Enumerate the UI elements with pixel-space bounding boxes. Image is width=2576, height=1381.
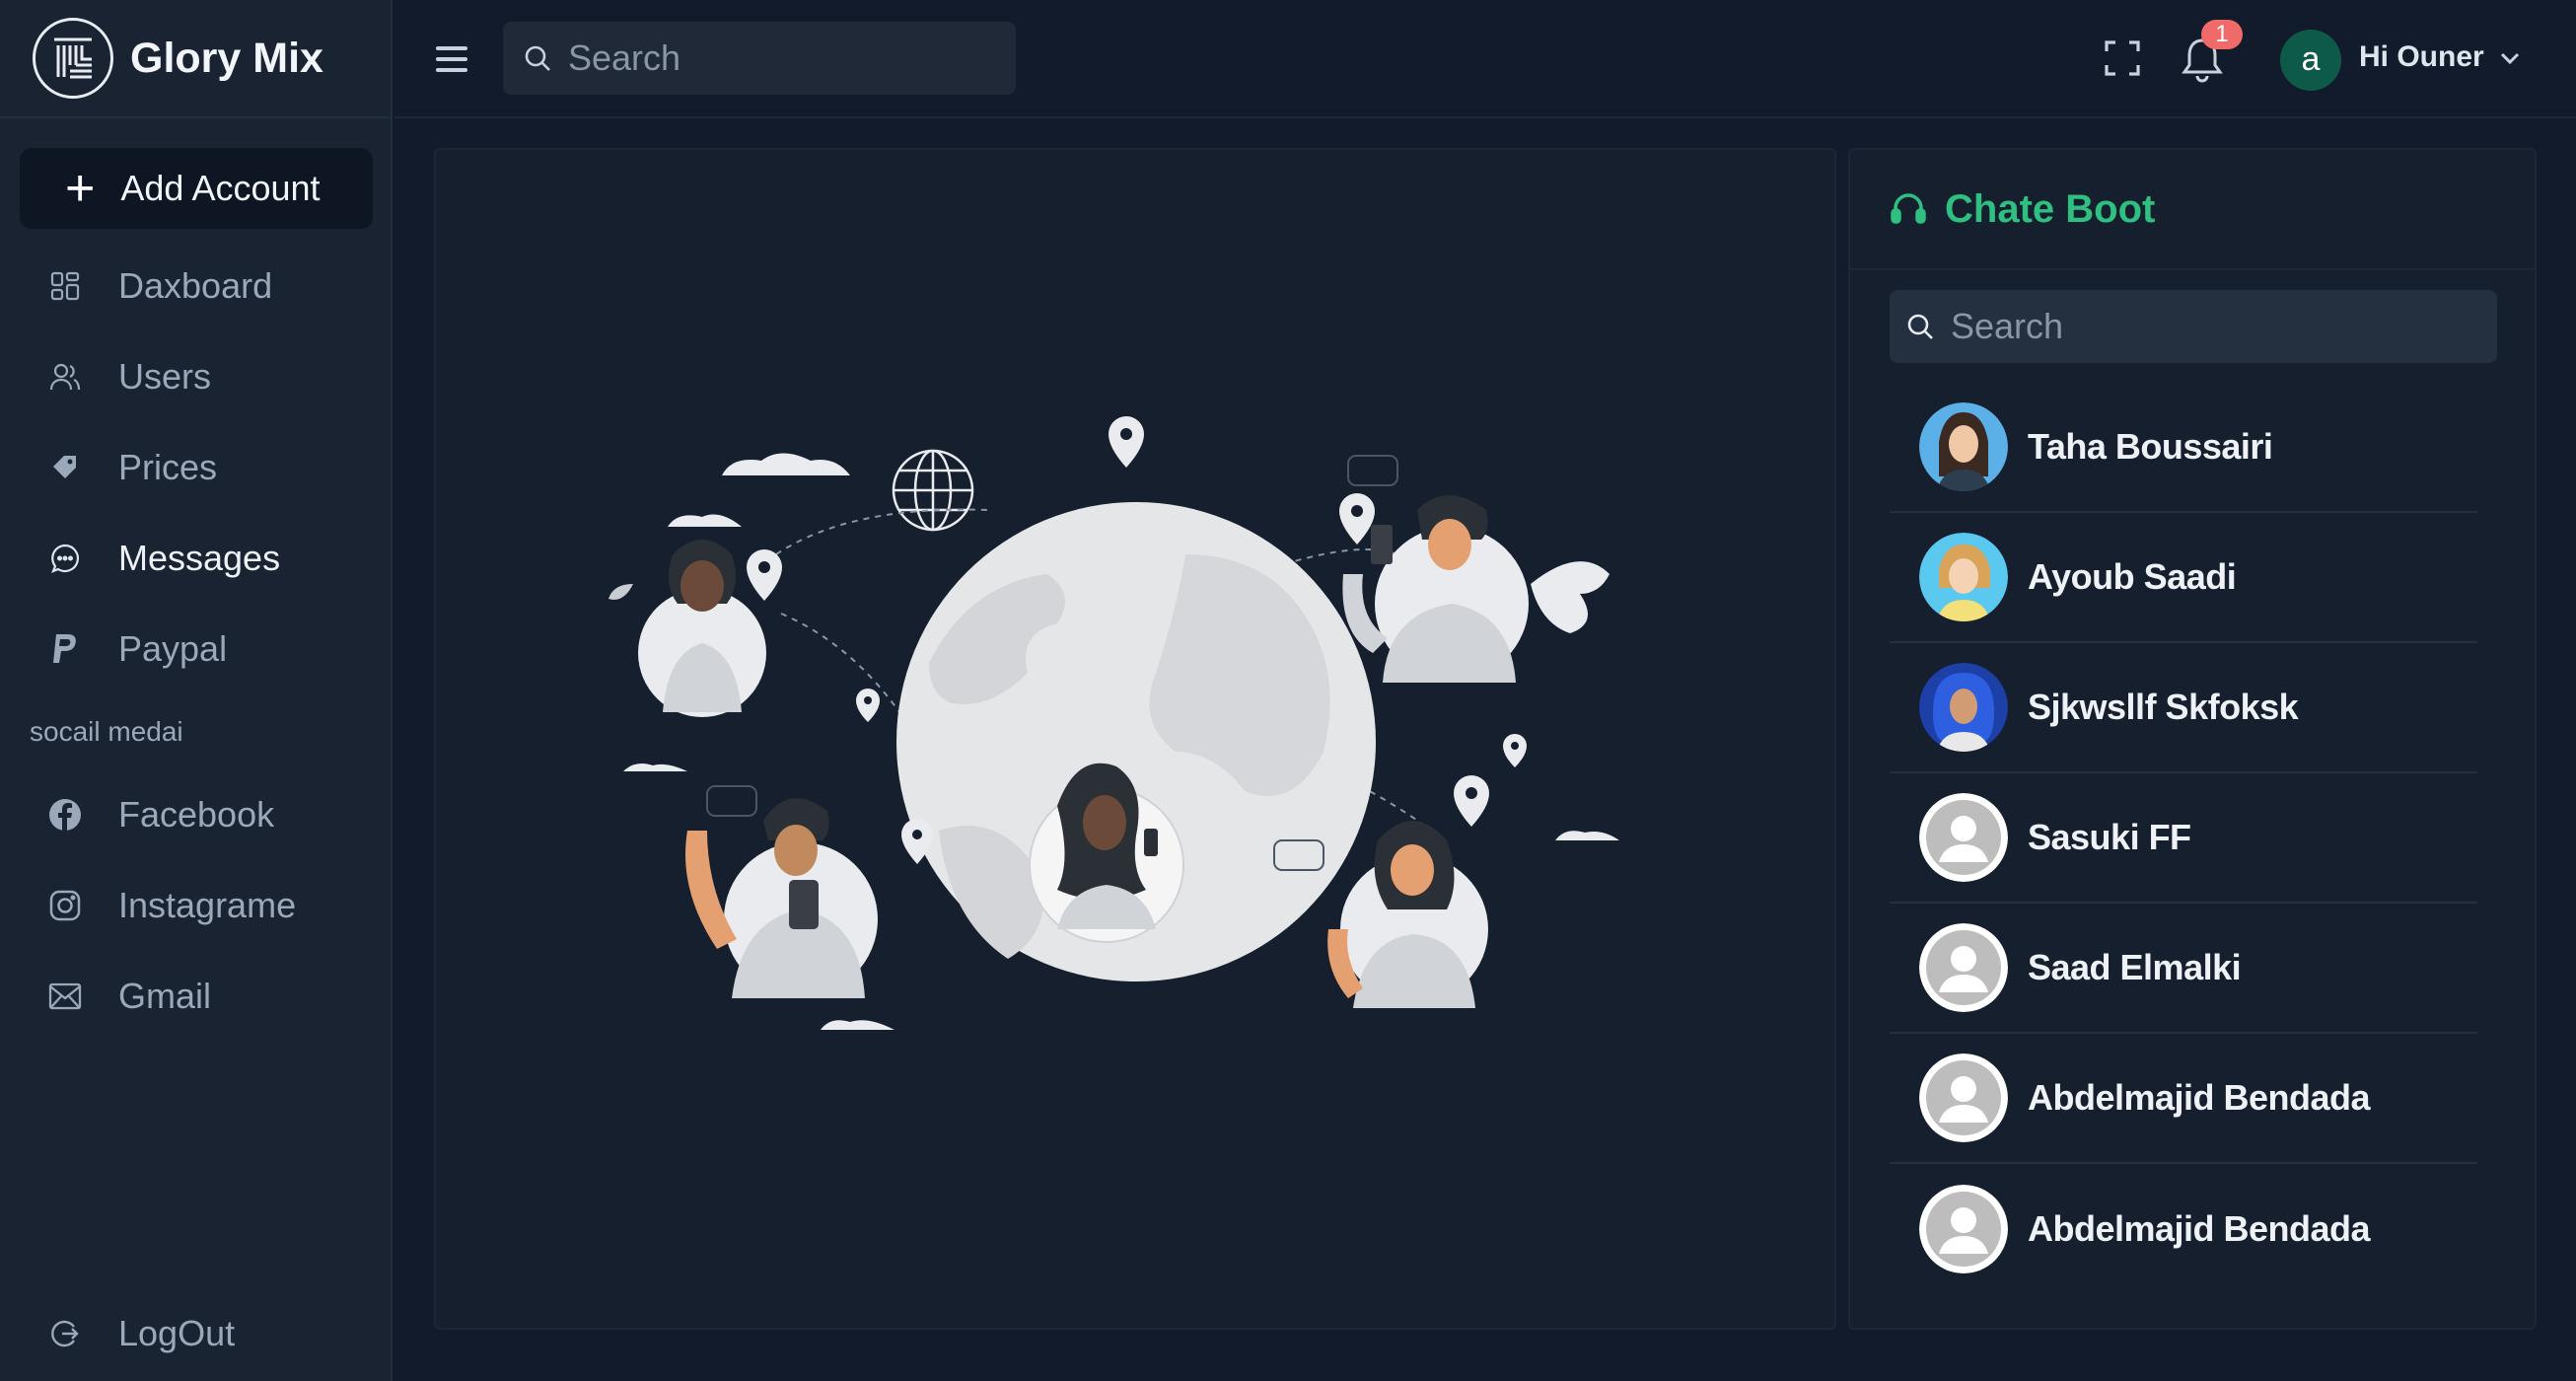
contact-name: Taha Boussairi: [2028, 426, 2273, 467]
section-label-social: socail medai: [30, 716, 183, 747]
default-avatar-icon: [1919, 1054, 2008, 1142]
sidebar: Glory Mix + Add Account Daxboard Users P…: [0, 0, 393, 1381]
menu-toggle-icon[interactable]: [436, 39, 475, 79]
logout-icon: [47, 1316, 83, 1351]
chat-header: Chate Boot: [1850, 150, 2535, 270]
sidebar-item-label: Instagrame: [118, 885, 297, 925]
chat-search: [1890, 290, 2497, 363]
contact-name: Sasuki FF: [2028, 817, 2191, 857]
logout-label: LogOut: [118, 1313, 236, 1353]
sidebar-item-prices[interactable]: Prices: [0, 428, 393, 507]
main-panel: [434, 148, 1836, 1330]
sidebar-item-dashboard[interactable]: Daxboard: [0, 247, 393, 326]
contact-name: Sjkwsllf Skfoksk: [2028, 687, 2299, 727]
headset-icon: [1891, 193, 1926, 224]
header-search: [503, 22, 1016, 95]
contact-avatar: [1919, 533, 2008, 621]
brand-logo-icon: [33, 18, 113, 99]
add-account-button[interactable]: + Add Account: [20, 148, 373, 229]
sidebar-item-label: Daxboard: [118, 265, 273, 306]
top-header: 1 a Hi Ouner: [394, 0, 2576, 118]
facebook-icon: [47, 797, 83, 833]
chat-search-input[interactable]: [1951, 306, 2424, 347]
contact-name: Abdelmajid Bendada: [2028, 1077, 2371, 1118]
tag-icon: [47, 450, 83, 485]
sidebar-item-label: Users: [118, 356, 212, 397]
chevron-down-icon[interactable]: [2495, 43, 2525, 73]
chat-title: Chate Boot: [1945, 186, 2156, 231]
mail-icon: [47, 979, 83, 1014]
contact-name: Ayoub Saadi: [2028, 556, 2237, 597]
contact-item[interactable]: Ayoub Saadi: [1890, 513, 2477, 643]
contact-avatar: [1919, 663, 2008, 752]
search-icon: [1907, 314, 1933, 339]
default-avatar-icon: [1919, 793, 2008, 882]
sidebar-item-paypal[interactable]: Paypal: [0, 610, 393, 689]
contact-item[interactable]: Sjkwsllf Skfoksk: [1890, 643, 2477, 773]
sidebar-item-users[interactable]: Users: [0, 337, 393, 416]
default-avatar-icon: [1919, 1185, 2008, 1273]
paypal-icon: [47, 631, 83, 667]
sidebar-item-label: Paypal: [118, 628, 228, 669]
plus-icon: +: [65, 160, 96, 217]
sidebar-item-label: Facebook: [118, 794, 275, 835]
instagram-icon: [47, 888, 83, 923]
sidebar-item-facebook[interactable]: Facebook: [0, 775, 393, 854]
chat-panel: Chate Boot Taha Boussairi Ayoub Saadi Sj…: [1848, 148, 2537, 1330]
user-greeting[interactable]: Hi Ouner: [2359, 40, 2484, 74]
logout-button[interactable]: LogOut: [0, 1294, 393, 1373]
fullscreen-icon[interactable]: [2104, 39, 2141, 77]
message-icon: [47, 541, 83, 576]
contact-item[interactable]: Abdelmajid Bendada: [1890, 1034, 2477, 1164]
notification-badge: 1: [2201, 20, 2243, 49]
global-community-illustration: [608, 416, 1619, 1030]
contact-avatar: [1919, 402, 2008, 491]
contact-item[interactable]: Abdelmajid Bendada: [1890, 1164, 2477, 1294]
sidebar-item-label: Messages: [118, 538, 281, 578]
contact-item[interactable]: Saad Elmalki: [1890, 904, 2477, 1034]
brand-name: Glory Mix: [130, 34, 323, 82]
search-icon: [525, 45, 550, 71]
sidebar-item-label: Prices: [118, 447, 218, 487]
contact-name: Saad Elmalki: [2028, 947, 2242, 987]
contact-name: Abdelmajid Bendada: [2028, 1208, 2371, 1249]
user-avatar[interactable]: a: [2280, 30, 2341, 91]
sidebar-item-instagram[interactable]: Instagrame: [0, 866, 393, 945]
default-avatar-icon: [1919, 923, 2008, 1012]
contact-item[interactable]: Sasuki FF: [1890, 773, 2477, 904]
add-account-label: Add Account: [120, 168, 321, 208]
sidebar-item-label: Gmail: [118, 976, 212, 1016]
brand[interactable]: Glory Mix: [0, 0, 391, 118]
sidebar-item-gmail[interactable]: Gmail: [0, 957, 393, 1036]
header-search-input[interactable]: [568, 37, 963, 79]
contact-item[interactable]: Taha Boussairi: [1890, 383, 2477, 513]
users-icon: [47, 359, 83, 395]
sidebar-item-messages[interactable]: Messages: [0, 519, 393, 598]
dashboard-icon: [47, 268, 83, 304]
